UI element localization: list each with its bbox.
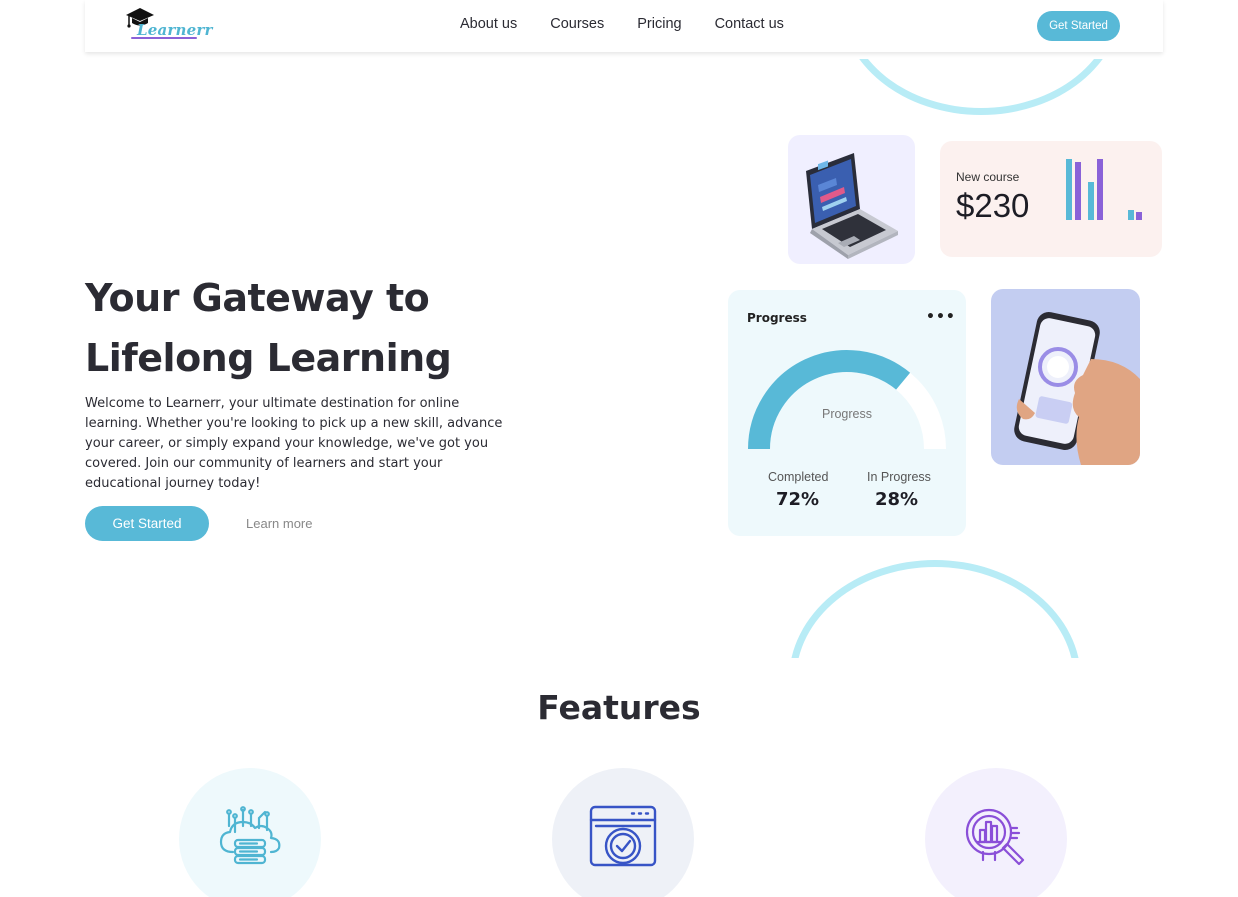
completed-label: Completed	[768, 470, 829, 484]
in-progress-value: 28%	[875, 489, 919, 510]
hero-get-started-button[interactable]: Get Started	[85, 506, 209, 541]
feature-card-browser	[552, 768, 694, 897]
nav-link-about[interactable]: About us	[460, 16, 517, 32]
hero-title-line1: Your Gateway to	[85, 276, 430, 320]
new-course-label: New course	[956, 170, 1020, 184]
gauge-label: Progress	[821, 407, 873, 421]
navbar: Learnerr About us Courses Pricing Contac…	[85, 0, 1163, 52]
hero-title: Your Gateway to Lifelong Learning	[85, 268, 605, 388]
gauge-fill	[748, 350, 911, 450]
course-bar-6	[1136, 212, 1142, 220]
laptop-illustration	[806, 153, 898, 259]
nav-link-pricing[interactable]: Pricing	[637, 16, 681, 32]
hero-title-line2: Lifelong Learning	[85, 336, 452, 380]
progress-card-title: Progress	[747, 311, 807, 325]
hand-holding-phone-illustration	[1014, 312, 1140, 465]
feature-card-analytics	[925, 768, 1067, 897]
main-nav: About us Courses Pricing Contact us	[460, 16, 817, 32]
phone-card	[991, 289, 1140, 465]
new-course-price: $230	[956, 187, 1030, 224]
more-dots-icon[interactable]: •••	[926, 309, 956, 325]
course-bar-1	[1066, 159, 1072, 220]
decorative-arc-bottom	[785, 560, 1085, 658]
progress-gauge	[748, 350, 946, 450]
analytics-search-icon	[965, 808, 1025, 866]
nav-link-courses[interactable]: Courses	[550, 16, 604, 32]
laptop-card	[788, 135, 915, 264]
browser-check-icon	[589, 805, 657, 867]
course-bar-2	[1075, 162, 1081, 220]
feature-card-cloud	[179, 768, 321, 897]
course-bar-4	[1097, 159, 1103, 220]
nav-get-started-button[interactable]: Get Started	[1037, 11, 1120, 41]
completed-value: 72%	[776, 489, 820, 510]
hero-description: Welcome to Learnerr, your ultimate desti…	[85, 396, 503, 491]
progress-card: Progress ••• Progress Completed 72% In P…	[728, 290, 966, 536]
decorative-arc-top	[840, 59, 1122, 115]
in-progress-label: In Progress	[867, 470, 931, 484]
nav-link-contact[interactable]: Contact us	[715, 16, 784, 32]
learn-more-link[interactable]: Learn more	[246, 516, 312, 531]
cloud-network-icon	[219, 806, 281, 865]
course-bar-5	[1128, 210, 1134, 220]
course-bar-3	[1088, 182, 1094, 220]
new-course-card: New course $230	[940, 141, 1162, 257]
brand-underline	[131, 37, 197, 39]
features-title: Features	[537, 688, 701, 727]
brand-logo[interactable]: Learnerr	[125, 6, 212, 40]
